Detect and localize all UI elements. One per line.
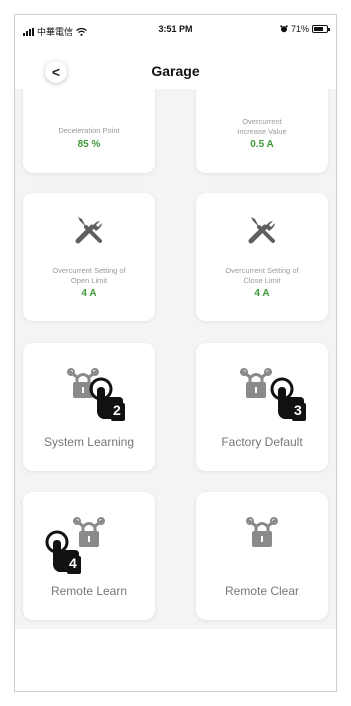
label-line: Open Limit <box>70 275 108 285</box>
page-title: Garage <box>151 63 200 79</box>
padlock-chain-icon <box>244 514 280 555</box>
close-limit-label: Overcurrent Setting of Close Limit <box>196 266 328 286</box>
label-line: Increase Value <box>237 126 287 136</box>
status-bar: 中華電信 3:51 PM 71% <box>15 15 336 45</box>
close-limit-card[interactable]: Overcurrent Setting of Close Limit 4 A <box>196 193 328 321</box>
step-number-2: 2 <box>113 402 121 418</box>
system-learning-card[interactable]: 2 System Learning <box>23 343 155 471</box>
label-line: Close Limit <box>243 275 281 285</box>
remote-clear-label: Remote Clear <box>224 584 300 598</box>
alarm-icon <box>280 25 288 33</box>
battery-percent: 71% <box>290 24 309 34</box>
remote-clear-card[interactable]: Remote Clear <box>196 492 328 620</box>
factory-default-card[interactable]: 3 Factory Default <box>196 343 328 471</box>
overcurrent-increase-card[interactable]: Overcurrent Increase Value 0.5 A <box>196 89 328 173</box>
overcurrent-increase-value: 0.5 A <box>250 139 274 150</box>
deceleration-value: 85 % <box>77 139 101 150</box>
label-line: Overcurrent <box>242 117 282 126</box>
open-limit-label: Overcurrent Setting of Open Limit <box>23 266 155 286</box>
nav-bar: < Garage <box>15 45 336 89</box>
remote-learn-label: Remote Learn <box>50 584 128 598</box>
remote-learn-card[interactable]: 4 Remote Learn <box>23 492 155 620</box>
overcurrent-increase-label: Overcurrent Increase Value <box>196 117 328 137</box>
settings-grid[interactable]: Deceleration Point 85 % Overcurrent Incr… <box>15 89 336 629</box>
phone-screen: 中華電信 3:51 PM 71% < Garage Deceleration P… <box>14 14 337 692</box>
open-limit-value: 4 A <box>81 288 97 299</box>
tools-icon <box>196 89 328 102</box>
label-line: Overcurrent Setting of <box>52 266 126 275</box>
battery-fill <box>314 27 323 31</box>
factory-default-label: Factory Default <box>221 435 303 449</box>
step-number-4: 4 <box>69 555 77 571</box>
close-limit-value: 4 A <box>254 288 270 299</box>
status-right: 71% <box>280 24 330 34</box>
system-learning-label: System Learning <box>43 435 135 449</box>
step-number-3: 3 <box>294 402 302 418</box>
tap-hand-icon: 4 <box>43 530 83 585</box>
battery-icon <box>312 25 330 33</box>
tap-hand-icon: 2 <box>87 377 127 432</box>
tools-icon <box>23 213 155 247</box>
deceleration-point-card[interactable]: Deceleration Point 85 % <box>23 89 155 173</box>
tools-icon <box>196 213 328 247</box>
tap-hand-icon: 3 <box>268 377 308 432</box>
label-line: Overcurrent Setting of <box>225 266 299 275</box>
deceleration-label: Deceleration Point <box>58 126 120 135</box>
tools-icon <box>23 89 155 102</box>
open-limit-card[interactable]: Overcurrent Setting of Open Limit 4 A <box>23 193 155 321</box>
